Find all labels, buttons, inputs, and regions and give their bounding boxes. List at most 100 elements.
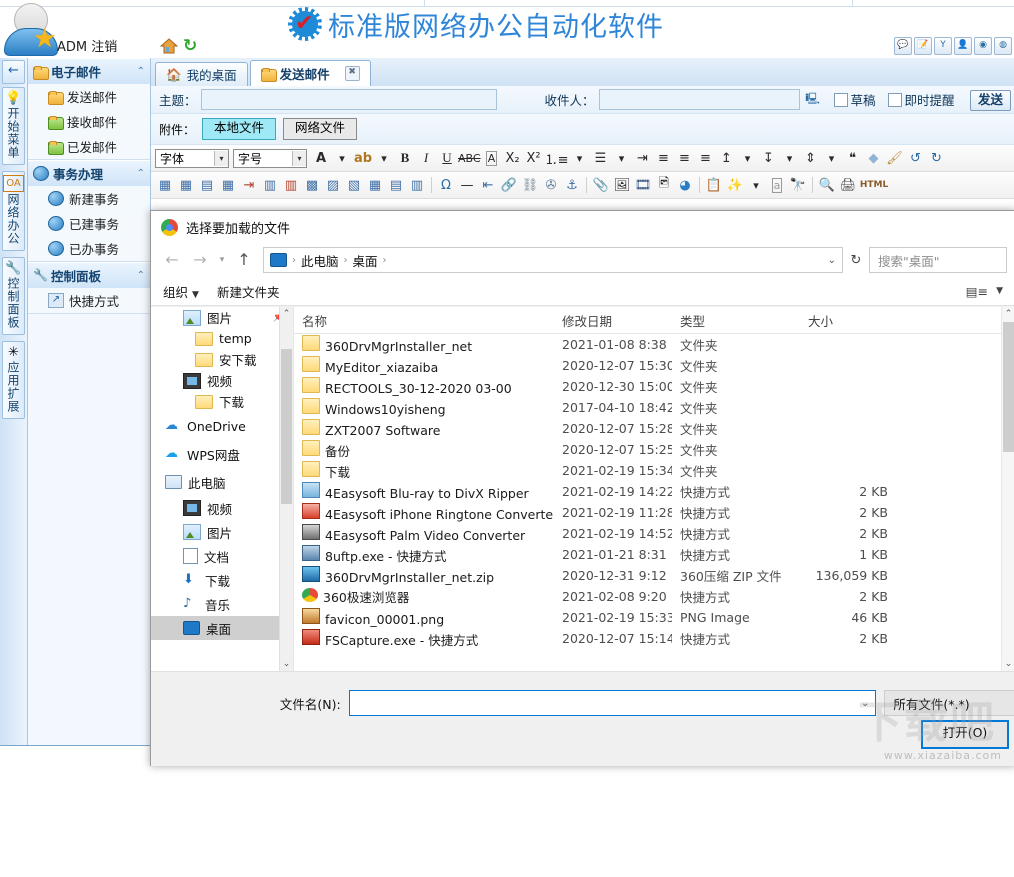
tab-send-mail[interactable]: 发送邮件 ✖ <box>250 60 371 86</box>
anchor-icon[interactable]: ⚓ <box>562 175 582 195</box>
globe-icon[interactable]: ◍ <box>994 37 1012 55</box>
nav-item-downloads-folder[interactable]: 下载 <box>151 391 293 412</box>
magic-icon[interactable]: ✨ <box>725 175 745 195</box>
scroll-up-icon[interactable]: ⌃ <box>1002 307 1014 321</box>
view-options[interactable]: ▤≡ ▼ <box>966 284 1003 299</box>
sidebar-item-new-task[interactable]: 新建事务 <box>28 186 150 211</box>
unordered-list-icon[interactable]: ☰ <box>590 148 610 168</box>
nav-item-temp[interactable]: temp <box>151 328 293 349</box>
attachment-icon[interactable]: 📎 <box>591 175 611 195</box>
delete-row-icon[interactable]: ⇥ <box>239 175 259 195</box>
breadcrumb-item-this-pc[interactable]: 此电脑 <box>301 251 339 270</box>
table-fill-icon[interactable]: ▤ <box>386 175 406 195</box>
subject-input[interactable] <box>201 89 497 110</box>
sidebar-item-shortcut[interactable]: ↗ 快捷方式 <box>28 288 150 313</box>
nav-item-downloads[interactable]: ⬇ 下载 <box>151 568 293 592</box>
nav-item-music[interactable]: ♪ 音乐 <box>151 592 293 616</box>
tab-my-desktop[interactable]: 🏠 我的桌面 <box>155 62 248 86</box>
rail-item-start-menu[interactable]: 💡 开始菜单 <box>2 87 25 165</box>
table-grid-icon[interactable]: ▦ <box>365 175 385 195</box>
nav-item-documents[interactable]: 文档 <box>151 544 293 568</box>
underline-icon[interactable]: U <box>437 148 457 168</box>
merge-cells-icon[interactable]: ▩ <box>302 175 322 195</box>
table-row[interactable]: ZXT2007 Software 2020-12-07 15:28 文件夹 <box>294 418 1014 439</box>
insert-row-icon[interactable]: ▦ <box>218 175 238 195</box>
subscript-icon[interactable]: X₂ <box>503 148 523 168</box>
chevron-down-icon[interactable]: ▾ <box>746 175 766 195</box>
organize-button[interactable]: 组织▼ <box>163 282 199 301</box>
nav-item-pictures-pc[interactable]: 图片 <box>151 520 293 544</box>
nav-item-onedrive[interactable]: ☁ OneDrive <box>151 412 293 440</box>
table-row[interactable]: 4Easysoft Palm Video Converter 2021-02-1… <box>294 523 1014 544</box>
special-char-icon[interactable]: Ω <box>436 175 456 195</box>
html-source-icon[interactable]: HTML <box>859 175 889 195</box>
chevron-down-icon[interactable]: ⌄ <box>828 255 836 266</box>
new-folder-button[interactable]: 新建文件夹 <box>217 282 280 301</box>
home-icon[interactable] <box>160 38 178 54</box>
column-header-size[interactable]: 大小 <box>800 311 896 330</box>
rail-item-control-panel[interactable]: 🔧 控制面板 <box>2 257 25 335</box>
column-header-name[interactable]: 名称 <box>294 311 554 330</box>
sidebar-item-created-task[interactable]: 已建事务 <box>28 211 150 236</box>
search-input[interactable]: 搜索"桌面" <box>869 247 1007 273</box>
map-icon[interactable]: ✇ <box>541 175 561 195</box>
table-row[interactable]: 8uftp.exe - 快捷方式 2021-01-21 8:31 快捷方式 1 … <box>294 544 1014 565</box>
rail-item-app-extension[interactable]: ✳ 应用扩展 <box>2 341 25 419</box>
preview-icon[interactable]: 🔍 <box>817 175 837 195</box>
up-arrow-icon[interactable]: ↑ <box>231 247 257 273</box>
paste-text-icon[interactable]: 📋 <box>704 175 724 195</box>
chevron-down-icon[interactable]: ▾ <box>569 148 589 168</box>
nav-item-videos[interactable]: 视频 <box>151 370 293 391</box>
page-break-icon[interactable]: ⇤ <box>478 175 498 195</box>
split-cell-icon[interactable]: ▨ <box>323 175 343 195</box>
local-file-button[interactable]: 本地文件 <box>202 118 276 140</box>
chevron-down-icon[interactable]: ▾ <box>737 148 757 168</box>
table-row[interactable]: 360极速浏览器 2021-02-08 9:20 快捷方式 2 KB <box>294 586 1014 607</box>
line-height-icon[interactable]: ↥ <box>716 148 736 168</box>
anchor-name-icon[interactable]: a <box>767 175 787 195</box>
refresh-icon[interactable]: ↻ <box>183 38 197 54</box>
table-row[interactable]: 4Easysoft iPhone Ringtone Converter 2021… <box>294 502 1014 523</box>
paragraph-spacing-icon[interactable]: ↧ <box>758 148 778 168</box>
breadcrumb[interactable]: › 此电脑 › 桌面 › ⌄ <box>263 247 843 273</box>
yahoo-icon[interactable]: Y <box>934 37 952 55</box>
chevron-down-icon[interactable]: ▾ <box>821 148 841 168</box>
send-button[interactable]: 发送 <box>970 90 1011 111</box>
breadcrumb-item-desktop[interactable]: 桌面 <box>353 251 378 270</box>
table-row[interactable]: 360DrvMgrInstaller_net.zip 2020-12-31 9:… <box>294 565 1014 586</box>
strikethrough-icon[interactable]: ABC <box>458 148 481 168</box>
nav-item-anxiazai[interactable]: 安下载 <box>151 349 293 370</box>
eraser-icon[interactable]: ◆ <box>863 148 883 168</box>
scroll-up-icon[interactable]: ⌃ <box>280 307 293 321</box>
scrollbar-thumb[interactable] <box>1003 322 1014 452</box>
sidebar-group-header-control-panel[interactable]: 🔧 控制面板 ⌃ <box>28 262 150 288</box>
message-icon[interactable]: 💬 <box>894 37 912 55</box>
table-row[interactable]: MyEditor_xiazaiba 2020-12-07 15:30 文件夹 <box>294 355 1014 376</box>
unlink-icon[interactable]: ⛓ <box>520 175 540 195</box>
insert-table-icon[interactable]: ▦ <box>155 175 175 195</box>
column-header-date[interactable]: 修改日期 <box>554 311 672 330</box>
sidebar-group-header-tasks[interactable]: 事务办理 ⌃ <box>28 160 150 186</box>
superscript-icon[interactable]: X² <box>524 148 544 168</box>
insert-col-icon[interactable]: ▥ <box>260 175 280 195</box>
table-row[interactable]: 360DrvMgrInstaller_net 2021-01-08 8:38 文… <box>294 334 1014 355</box>
view-layout-icon[interactable]: ▤≡ <box>966 284 988 299</box>
nav-item-pictures[interactable]: 图片 📌 <box>151 307 293 328</box>
chevron-down-icon[interactable]: ▾ <box>779 148 799 168</box>
filename-input[interactable]: ⌄ <box>349 690 877 716</box>
remind-checkbox[interactable]: 即时提醒 <box>888 90 955 109</box>
rail-item-network-office[interactable]: OA 网络办公 <box>2 171 25 251</box>
back-arrow-icon[interactable]: ← <box>159 247 185 273</box>
ordered-list-icon[interactable]: ⒈≡ <box>545 148 569 168</box>
note-icon[interactable]: 📝 <box>914 37 932 55</box>
table-cols-icon[interactable]: ▥ <box>407 175 427 195</box>
text-box-icon[interactable]: A <box>482 148 502 168</box>
address-book-icon[interactable]: 🖳 <box>804 91 822 108</box>
recipient-input[interactable] <box>599 89 800 110</box>
scrollbar-thumb[interactable] <box>281 349 292 504</box>
quote-icon[interactable]: ❝ <box>842 148 862 168</box>
horizontal-rule-icon[interactable]: — <box>457 175 477 195</box>
sidebar-item-send-mail[interactable]: 发送邮件 <box>28 84 150 109</box>
indent-icon[interactable]: ⇥ <box>632 148 652 168</box>
split-cell-vertical-icon[interactable]: ▧ <box>344 175 364 195</box>
